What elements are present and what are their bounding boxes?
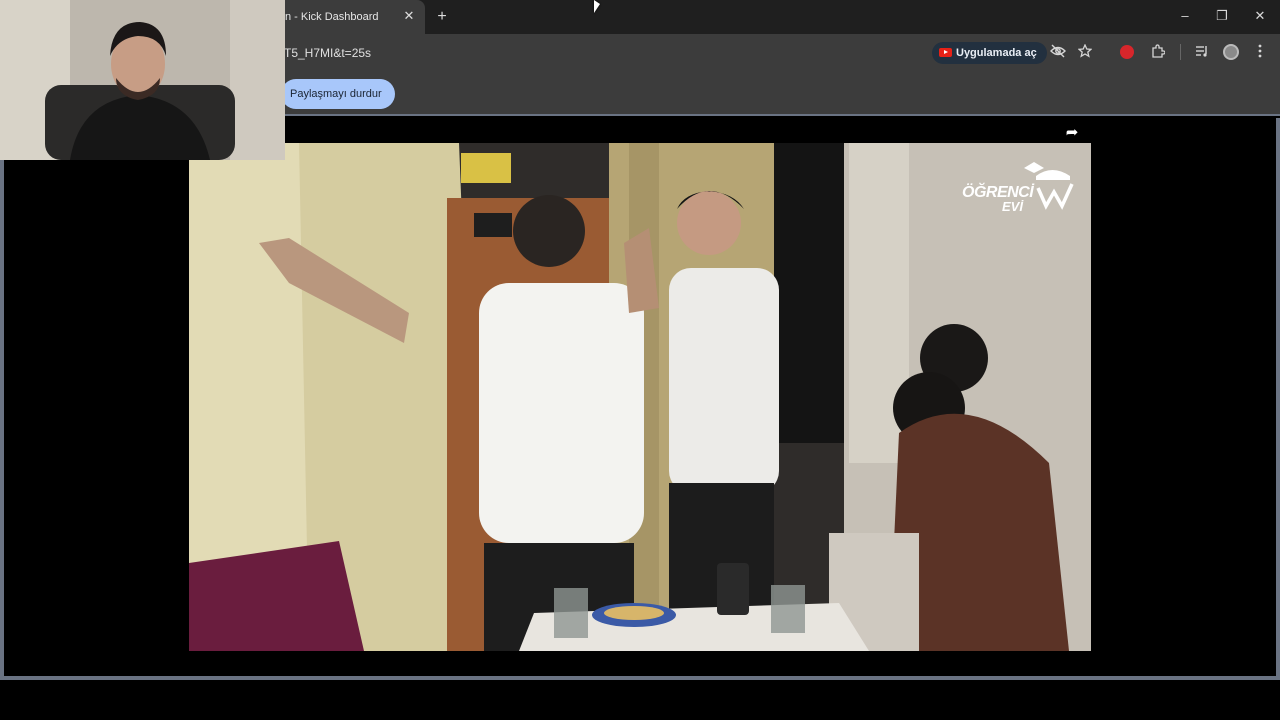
toolbar-divider [1180, 44, 1181, 60]
eye-off-icon[interactable] [1048, 43, 1068, 63]
tab-close-icon[interactable]: ✕ [401, 8, 417, 24]
webcam-image [0, 0, 285, 160]
close-window-button[interactable]: ✕ [1249, 6, 1271, 26]
tab-title: n - Kick Dashboard [285, 11, 379, 23]
restore-button[interactable]: ❐ [1211, 6, 1233, 26]
video-frame-image [189, 143, 1091, 651]
extension-record-icon[interactable] [1120, 45, 1134, 59]
more-icon[interactable] [1250, 43, 1270, 63]
media-icon[interactable] [1192, 43, 1212, 63]
minimize-button[interactable]: – [1174, 6, 1196, 26]
taskbar-area [0, 680, 1280, 720]
browser-tab[interactable]: n - Kick Dashboard ✕ [275, 0, 425, 34]
video-player[interactable] [189, 143, 1091, 651]
webcam-overlay [0, 0, 285, 160]
logo-line-2: EVİ [1002, 199, 1023, 214]
profile-avatar[interactable] [1223, 44, 1239, 60]
mouse-cursor [594, 0, 600, 13]
new-tab-button[interactable]: + [432, 8, 452, 26]
screen: n - Kick Dashboard ✕ + – ❐ ✕ T5_H7MI&t=2… [0, 0, 1280, 720]
address-bar-url[interactable]: T5_H7MI&t=25s [284, 46, 371, 60]
puzzle-icon[interactable] [1148, 43, 1168, 63]
youtube-icon [939, 47, 952, 57]
stop-sharing-button[interactable]: Paylaşmayı durdur [281, 79, 395, 109]
open-in-app-button[interactable]: Uygulamada aç [932, 42, 1047, 64]
ogrenci-evi-logo: ÖĞRENCİ EVİ [958, 158, 1080, 214]
share-icon[interactable]: ➦ [1062, 124, 1082, 142]
open-in-app-label: Uygulamada aç [956, 47, 1037, 59]
star-icon[interactable] [1075, 43, 1095, 63]
